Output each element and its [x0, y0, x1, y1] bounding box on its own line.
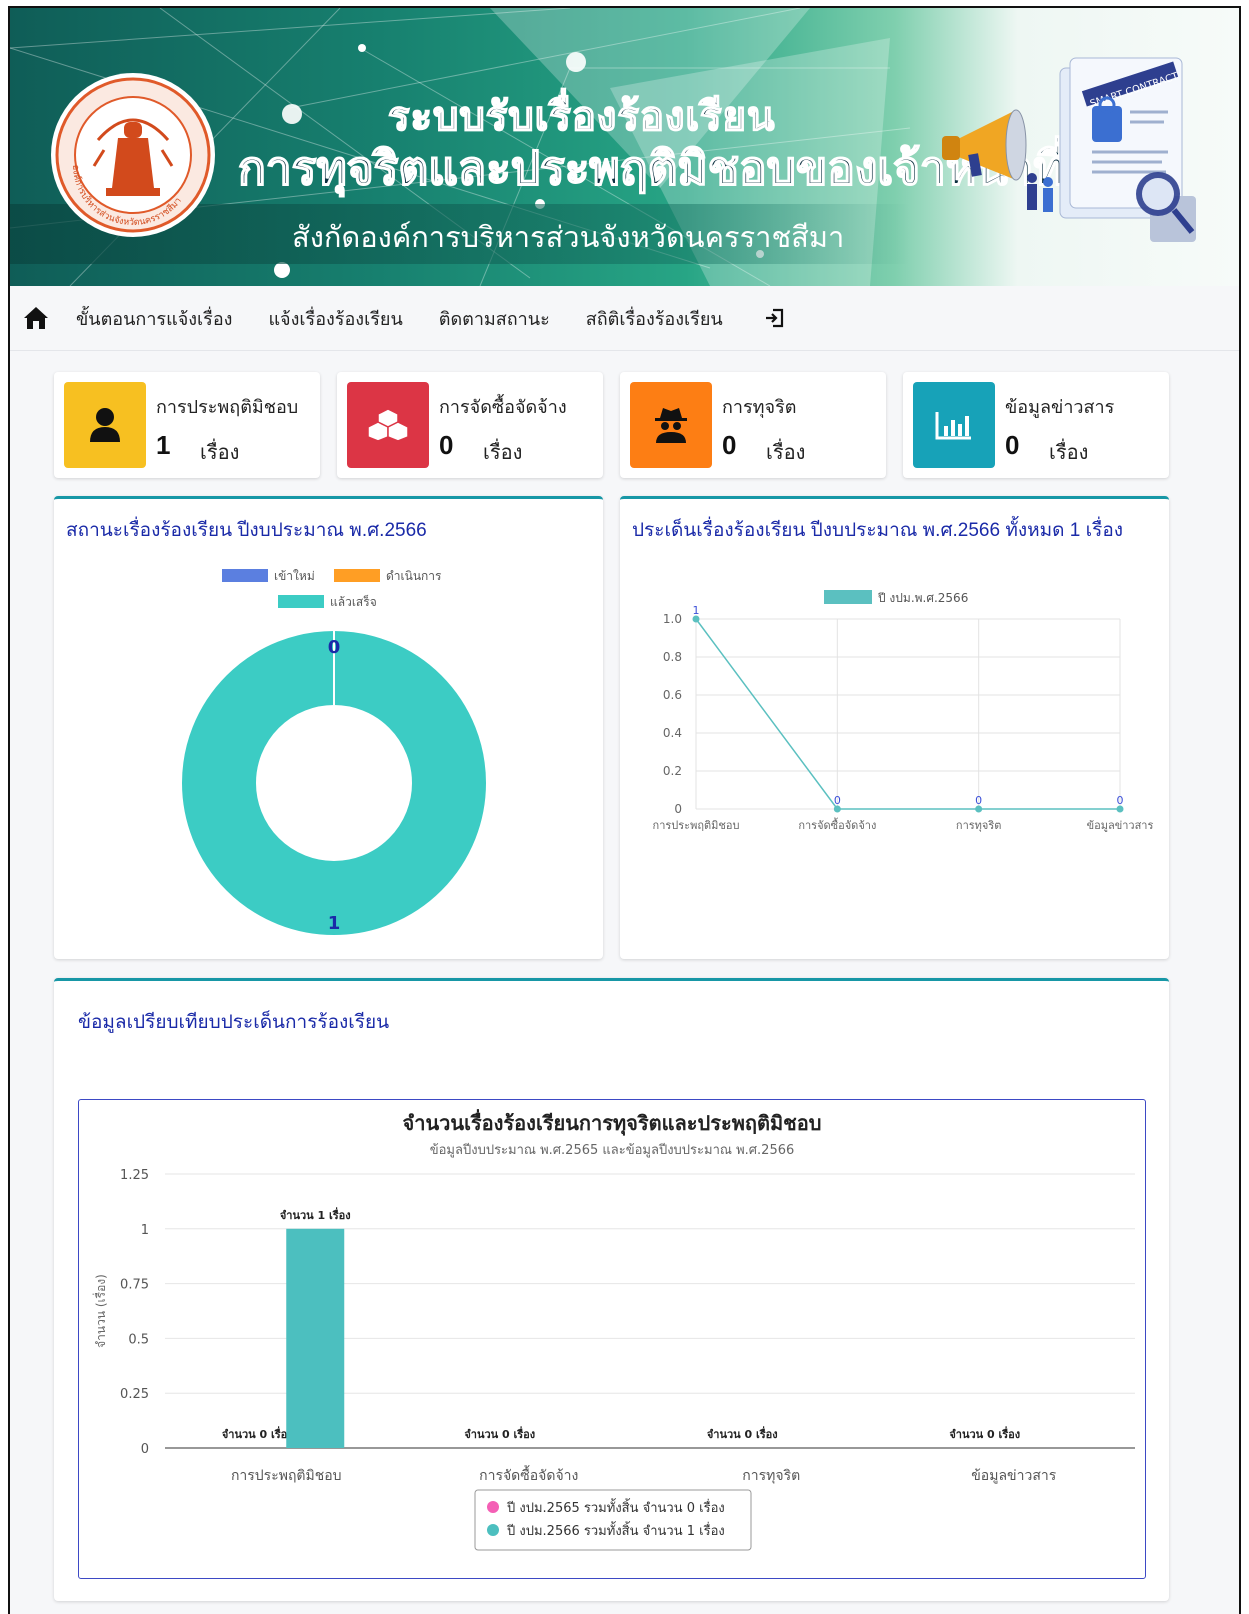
data-label: 0 [328, 637, 341, 658]
legend-box [474, 1489, 752, 1551]
bar-data-label: จำนวน 0 เรื่อง [222, 1426, 293, 1441]
y-tick-label: 0.6 [663, 688, 682, 702]
x-tick-label: ข้อมูลข่าวสาร [1087, 819, 1154, 832]
status-panel-title: สถานะเรื่องร้องเรียน ปีงบประมาณ พ.ศ.2566 [66, 520, 427, 541]
stat-card-corruption[interactable]: การทุจริต 0 เรื่อง [620, 372, 886, 478]
series-line [695, 618, 1120, 810]
user-secret-icon [630, 382, 712, 468]
data-label: 0 [1117, 794, 1124, 807]
stat-count: 0 [722, 430, 737, 460]
y-tick-label: 0 [674, 802, 682, 816]
bar [286, 1228, 345, 1448]
stat-unit: เรื่อง [200, 442, 240, 464]
banner-subtitle: สังกัดองค์การบริหารส่วนจังหวัดนครราชสีมา [292, 222, 845, 254]
legend-marker [487, 1501, 499, 1513]
x-tick-label: การทุจริต [742, 1468, 800, 1484]
stat-label: การจัดซื้อจัดจ้าง [439, 397, 567, 417]
user-icon [64, 382, 146, 468]
sign-in-icon[interactable] [763, 307, 785, 329]
chart-title: จำนวนเรื่องร้องเรียนการทุจริตและประพฤติม… [403, 1108, 822, 1136]
stat-card-misconduct[interactable]: การประพฤติมิชอบ 1 เรื่อง [54, 372, 320, 478]
issue-line-chart: ปี งปม.พ.ศ.2566 0 0.2 0.4 0.6 0.8 1.0 การประพฤต… [653, 590, 1154, 832]
legend-label: ปี งปม.2566 รวมทั้งสิ้น จำนวน 1 เรื่อง [506, 1521, 725, 1539]
stat-label: ข้อมูลข่าวสาร [1005, 397, 1115, 417]
header-banner: องค์การบริหารส่วนจังหวัดนครราชสีมา ระบบร… [10, 8, 1239, 286]
x-tick-label: ข้อมูลข่าวสาร [971, 1468, 1056, 1484]
data-label: 1 [693, 604, 700, 617]
stat-label: การทุจริต [722, 397, 797, 417]
y-tick-label: 0.8 [663, 650, 682, 664]
compare-panel: ข้อมูลเปรียบเทียบประเด็นการร้องเรียน จำน… [54, 978, 1169, 1601]
bar-data-label: จำนวน 0 เรื่อง [707, 1426, 778, 1441]
status-panel: สถานะเรื่องร้องเรียน ปีงบประมาณ พ.ศ.2566… [54, 496, 603, 959]
bar-data-label: จำนวน 0 เรื่อง [464, 1426, 535, 1441]
data-label: 1 [328, 913, 341, 934]
compare-bar-chart-box: จำนวนเรื่องร้องเรียนการทุจริตและประพฤติม… [78, 1099, 1146, 1579]
legend-swatch [278, 595, 324, 608]
legend-label: ปี งปม.พ.ศ.2566 [877, 591, 968, 605]
stat-unit: เรื่อง [1049, 442, 1089, 464]
y-tick-label: 0.75 [120, 1278, 149, 1293]
y-tick-label: 0.5 [128, 1332, 149, 1347]
legend-swatch [824, 590, 872, 604]
x-tick-label: การประพฤติมิชอบ [231, 1468, 342, 1484]
stat-card-information[interactable]: ข้อมูลข่าวสาร 0 เรื่อง [903, 372, 1169, 478]
data-label: 0 [975, 794, 982, 807]
bar-data-label: จำนวน 0 เรื่อง [949, 1426, 1020, 1441]
legend-swatch [222, 569, 268, 582]
legend-label: แล้วเสร็จ [330, 594, 377, 609]
home-icon[interactable] [22, 304, 50, 332]
legend-label: ปี งปม.2565 รวมทั้งสิ้น จำนวน 0 เรื่อง [506, 1498, 725, 1516]
stat-count: 0 [439, 430, 454, 460]
chart-bar-icon [913, 382, 995, 468]
y-tick-label: 0.4 [663, 726, 682, 740]
compare-panel-title: ข้อมูลเปรียบเทียบประเด็นการร้องเรียน [78, 1012, 390, 1033]
stat-card-procurement[interactable]: การจัดซื้อจัดจ้าง 0 เรื่อง [337, 372, 603, 478]
data-label: 0 [834, 794, 841, 807]
y-tick-label: 0.2 [663, 764, 682, 778]
nav-item-statistics[interactable]: สถิติเรื่องร้องเรียน [586, 304, 723, 333]
compare-bar-chart: จำนวนเรื่องร้องเรียนการทุจริตและประพฤติม… [92, 1108, 1135, 1551]
cubes-icon [347, 382, 429, 468]
stat-count: 1 [156, 430, 171, 460]
bar-data-label: จำนวน 1 เรื่อง [280, 1207, 351, 1222]
x-tick-label: การประพฤติมิชอบ [653, 819, 740, 832]
main-navbar: ขั้นตอนการแจ้งเรื่อง แจ้งเรื่องร้องเรียน… [10, 286, 1239, 351]
chart-subtitle: ข้อมูลปีงบประมาณ พ.ศ.2565 และข้อมูลปีงบป… [430, 1142, 795, 1158]
stat-unit: เรื่อง [483, 442, 523, 464]
legend-label: เข้าใหม่ [274, 569, 315, 583]
x-tick-label: การจัดซื้อจัดจ้าง [798, 817, 876, 832]
organization-seal-logo: องค์การบริหารส่วนจังหวัดนครราชสีมา [51, 73, 215, 237]
issue-panel: ประเด็นเรื่องร้องเรียน ปีงบประมาณ พ.ศ.25… [620, 496, 1169, 959]
legend-swatch [334, 569, 380, 582]
y-tick-label: 1.0 [663, 612, 682, 626]
stat-label: การประพฤติมิชอบ [156, 397, 299, 417]
y-axis-label: จำนวน (เรื่อง) [92, 1274, 108, 1348]
y-tick-label: 0.25 [120, 1387, 149, 1402]
y-tick-label: 1 [141, 1223, 149, 1238]
x-tick-label: การทุจริต [956, 819, 1002, 832]
legend-label: ดำเนินการ [386, 569, 442, 583]
nav-item-report[interactable]: แจ้งเรื่องร้องเรียน [268, 304, 402, 333]
y-tick-label: 0 [141, 1442, 149, 1457]
issue-panel-title: ประเด็นเรื่องร้องเรียน ปีงบประมาณ พ.ศ.25… [632, 520, 1124, 541]
page-frame: องค์การบริหารส่วนจังหวัดนครราชสีมา ระบบร… [8, 6, 1241, 1614]
y-tick-label: 1.25 [120, 1168, 149, 1183]
stat-unit: เรื่อง [766, 442, 806, 464]
smart-contract-illustration: SMART CONTRACT [942, 57, 1196, 242]
nav-item-track-status[interactable]: ติดตามสถานะ [439, 304, 550, 333]
status-doughnut-chart: เข้าใหม่ ดำเนินการแล้วเสร็จ 0 1 [182, 569, 486, 935]
legend-marker [487, 1524, 499, 1536]
stat-count: 0 [1005, 430, 1020, 460]
x-tick-label: การจัดซื้อจัดจ้าง [479, 1465, 578, 1484]
nav-item-steps[interactable]: ขั้นตอนการแจ้งเรื่อง [76, 304, 232, 333]
